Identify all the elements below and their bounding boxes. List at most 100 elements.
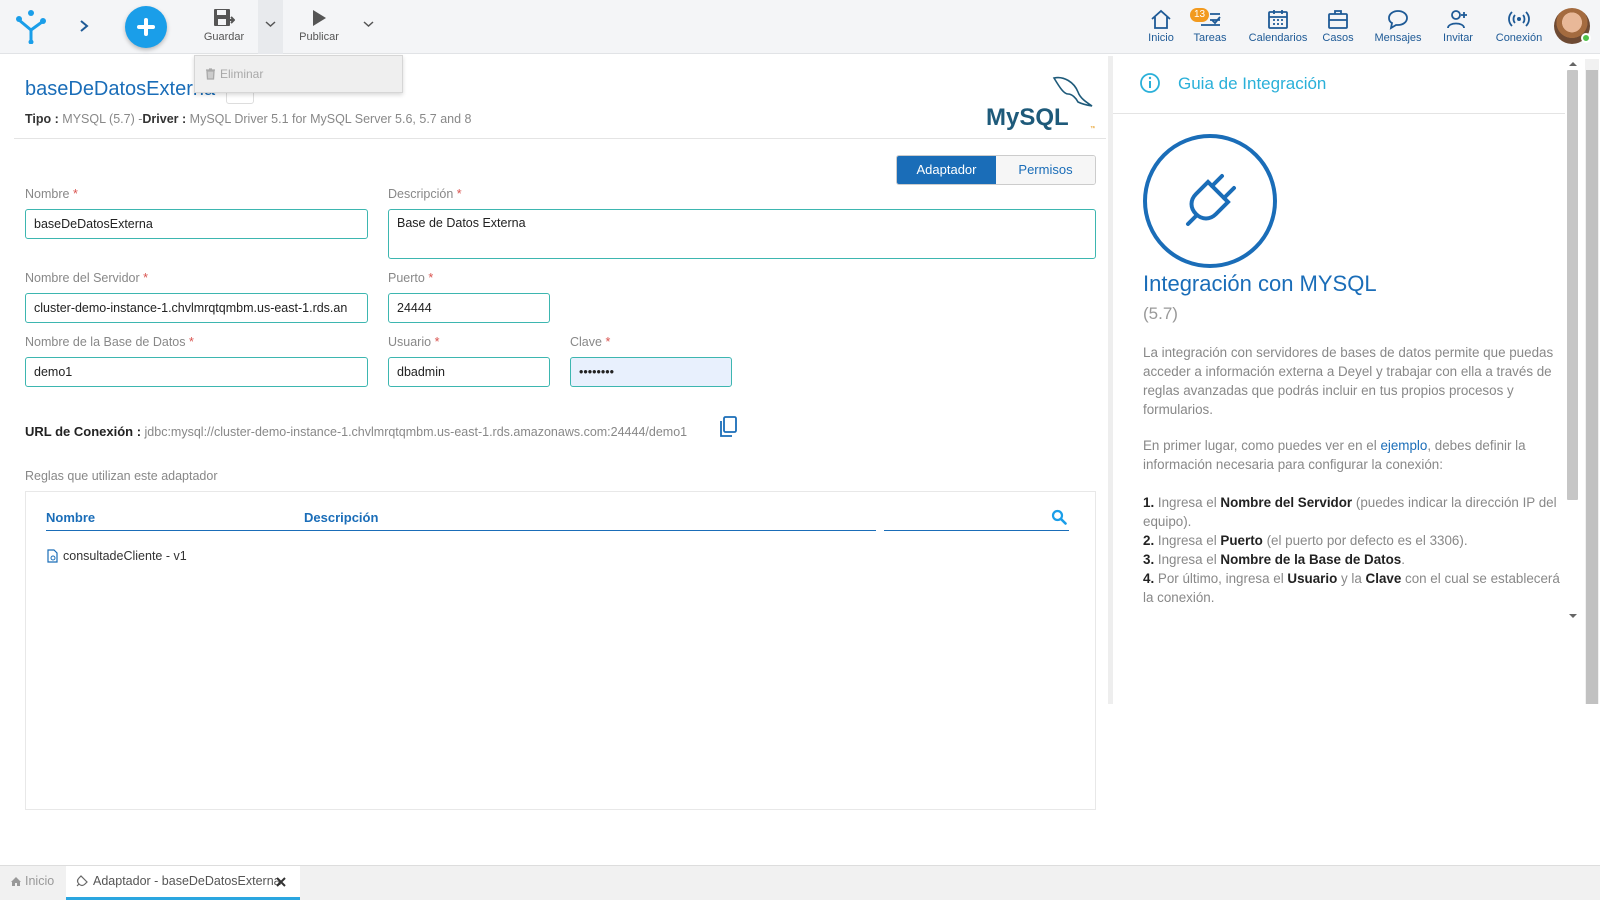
search-icon[interactable] [1051, 509, 1067, 525]
save-dropdown-button[interactable] [258, 0, 283, 54]
chevron-down-icon [265, 21, 276, 28]
descripcion-textarea[interactable]: Base de Datos Externa [388, 209, 1096, 259]
panel-splitter[interactable] [1108, 56, 1113, 704]
example-link[interactable]: ejemplo [1380, 438, 1427, 453]
guide-scrollbar-thumb[interactable] [1567, 70, 1578, 500]
guide-step: 2. Ingresa el Puerto (el puerto por defe… [1143, 531, 1563, 550]
guide-paragraph-1: La integración con servidores de bases d… [1143, 345, 1554, 417]
trash-icon [206, 68, 215, 80]
url-value: jdbc:mysql://cluster-demo-instance-1.chv… [144, 425, 688, 439]
save-dropdown-menu: Eliminar [194, 55, 403, 93]
header-underline [46, 530, 876, 531]
step-text: Ingresa el [1154, 533, 1221, 548]
table-row[interactable]: consultadeCliente - v1 [46, 549, 187, 563]
add-user-icon [1447, 10, 1467, 29]
nav-conexion-label: Conexión [1495, 32, 1543, 44]
nav-conexion[interactable]: Conexión [1494, 8, 1544, 48]
column-header-nombre[interactable]: Nombre [46, 510, 95, 525]
scroll-up-icon[interactable] [1565, 59, 1581, 69]
publish-button[interactable]: Publicar [287, 6, 351, 48]
tab-permisos[interactable]: Permisos [996, 156, 1095, 184]
basedatos-input[interactable]: demo1 [25, 357, 368, 387]
servidor-input[interactable]: cluster-demo-instance-1.chvlmrqtqmbm.us-… [25, 293, 368, 323]
step-text: Ingresa el [1154, 552, 1221, 567]
required-mark: * [143, 271, 148, 285]
nombre-input[interactable]: baseDeDatosExterna [25, 209, 368, 239]
nav-tareas-label: Tareas [1193, 32, 1227, 44]
scroll-down-icon[interactable] [1565, 611, 1581, 621]
nav-casos[interactable]: Casos [1320, 8, 1356, 48]
nav-invitar-label: Invitar [1443, 32, 1473, 44]
guide-p2-a: En primer lugar, como puedes ver en el [1143, 438, 1381, 453]
url-label: URL de Conexión : [25, 424, 142, 439]
nav-casos-label: Casos [1322, 32, 1354, 44]
page-scrollbar-thumb[interactable] [1586, 70, 1598, 704]
plug-circle-icon [1143, 134, 1277, 268]
guide-step: 1. Ingresa el Nombre del Servidor (puede… [1143, 493, 1563, 531]
top-toolbar: Guardar Publicar Inicio 13 Tareas Calend… [0, 0, 1600, 54]
puerto-label-text: Puerto [388, 271, 425, 285]
nav-tareas[interactable]: 13 Tareas [1190, 8, 1230, 48]
step-number: 3. [1143, 552, 1155, 567]
play-icon [313, 10, 326, 26]
nav-invitar[interactable]: Invitar [1440, 8, 1476, 48]
guide-version: (5.7) [1143, 304, 1178, 323]
save-button[interactable]: Guardar [192, 6, 256, 48]
deyel-logo-icon[interactable] [14, 10, 48, 44]
step-highlight: Puerto [1220, 533, 1263, 548]
nav-calendarios[interactable]: Calendarios [1246, 8, 1310, 48]
step-text: y la [1337, 571, 1366, 586]
clave-password-input[interactable]: •••••••• [570, 357, 732, 387]
close-icon[interactable] [276, 877, 286, 887]
usuario-input[interactable]: dbadmin [388, 357, 550, 387]
adapter-type-info: Tipo : MYSQL (5.7) -Driver : MySQL Drive… [25, 112, 472, 126]
clave-label: Clave * [570, 335, 610, 349]
step-text: Ingresa el [1154, 495, 1221, 510]
nav-inicio[interactable]: Inicio [1144, 8, 1178, 48]
tipo-value: MYSQL (5.7) [62, 112, 135, 126]
guide-step: 3. Ingresa el Nombre de la Base de Datos… [1143, 550, 1563, 569]
step-number: 2. [1143, 533, 1155, 548]
publish-label: Publicar [299, 31, 339, 43]
guide-divider [1113, 113, 1565, 114]
mysql-logo-icon: MySQL ™ [986, 76, 1095, 132]
servidor-label-text: Nombre del Servidor [25, 271, 140, 285]
step-number: 1. [1143, 495, 1155, 510]
nav-mensajes[interactable]: Mensajes [1372, 8, 1424, 48]
briefcase-icon [1328, 10, 1348, 29]
header-divider [14, 138, 1106, 139]
required-mark: * [434, 335, 440, 349]
nav-inicio-label: Inicio [1148, 32, 1174, 44]
tab-adaptador[interactable]: Adaptador [897, 156, 996, 184]
home-icon [11, 877, 21, 886]
step-text: Por último, ingresa el [1154, 571, 1288, 586]
step-number: 4. [1143, 571, 1155, 586]
copy-icon[interactable] [718, 416, 738, 438]
required-mark: * [189, 335, 194, 349]
bottom-tab-bar: Inicio Adaptador - baseDeDatosExterna [0, 865, 1600, 900]
add-button[interactable] [125, 6, 167, 48]
rule-file-icon [47, 549, 58, 563]
descripcion-label-text: Descripción [388, 187, 454, 201]
tasks-badge: 13 [1190, 8, 1210, 22]
page-title: baseDeDatosExterna [25, 78, 216, 100]
plug-icon [76, 875, 88, 887]
bottom-tab-inicio[interactable]: Inicio [10, 866, 54, 900]
publish-dropdown-button[interactable] [356, 0, 378, 54]
bottom-tab-inicio-label: Inicio [25, 874, 55, 888]
guide-header: Guia de Integración [1178, 74, 1327, 93]
tipo-label: Tipo : [25, 112, 59, 126]
bottom-tab-adaptador[interactable]: Adaptador - baseDeDatosExterna [66, 866, 300, 900]
usuario-label-text: Usuario [388, 335, 432, 349]
column-header-descripcion[interactable]: Descripción [304, 510, 378, 525]
table-search-input[interactable] [884, 530, 1069, 531]
delete-label: Eliminar [220, 67, 264, 81]
step-highlight: Clave [1365, 571, 1402, 586]
descripcion-label: Descripción * [388, 187, 462, 201]
chevron-right-icon[interactable] [76, 16, 92, 36]
guide-title: Integración con MYSQL [1143, 271, 1377, 296]
bottom-tab-adaptador-label: Adaptador - baseDeDatosExterna [93, 874, 281, 888]
puerto-input[interactable]: 24444 [388, 293, 550, 323]
nombre-label: Nombre * [25, 187, 78, 201]
menu-item-delete[interactable]: Eliminar [205, 67, 263, 81]
